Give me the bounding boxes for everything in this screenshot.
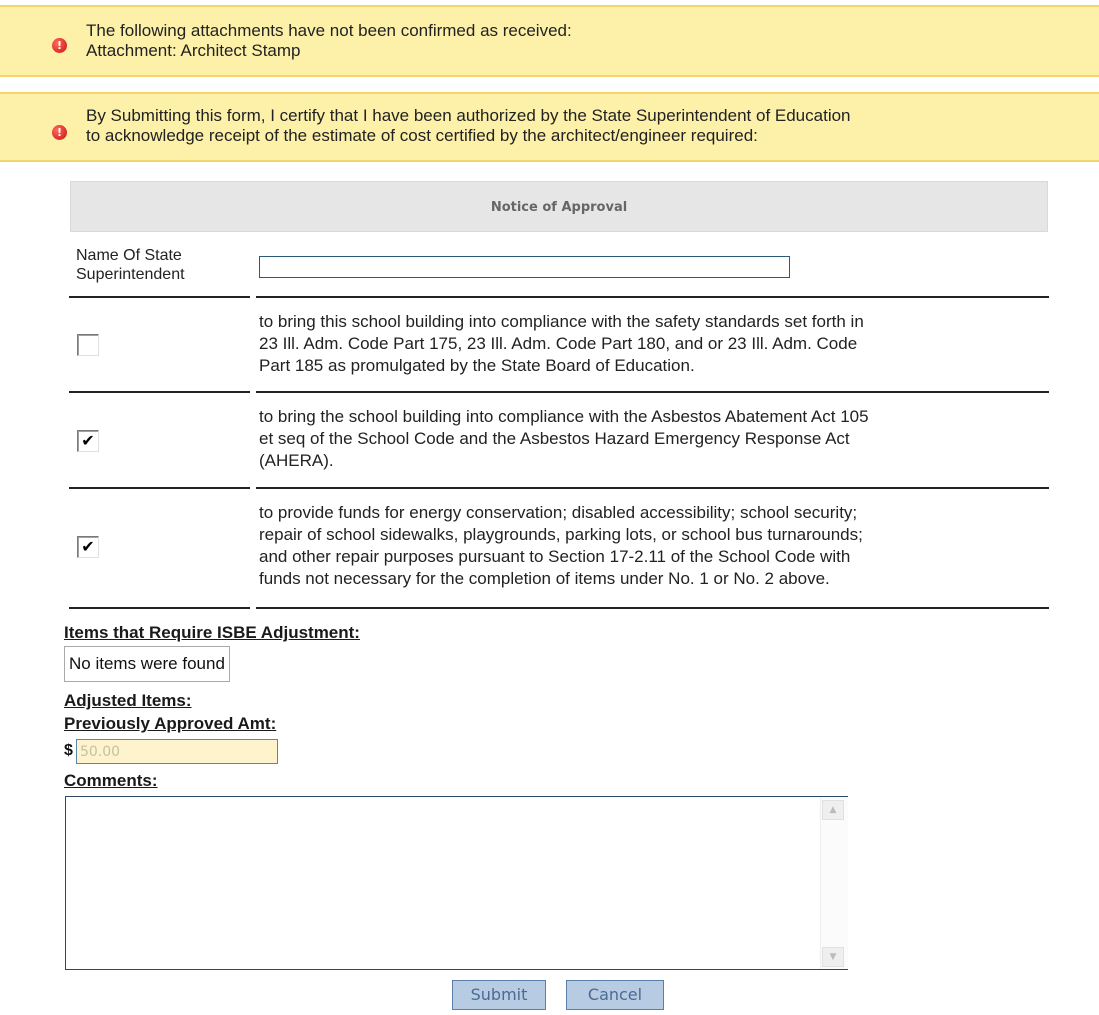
row-divider (69, 296, 250, 298)
scroll-down-arrow-icon[interactable]: ▼ (822, 947, 844, 967)
error-icon: ! (52, 125, 67, 140)
items-require-adjustment-label: Items that Require ISBE Adjustment: (64, 623, 360, 642)
certify-warning-text: By Submitting this form, I certify that … (86, 106, 851, 146)
option-2-line: to bring the school building into compli… (259, 407, 869, 426)
superintendent-label: Name Of State Superintendent (76, 246, 185, 284)
superintendent-name-input[interactable] (259, 256, 790, 278)
superintendent-label-line2: Superintendent (76, 266, 185, 283)
superintendent-label-line1: Name Of State (76, 247, 182, 264)
attachments-warning-banner: ! The following attachments have not bee… (0, 5, 1099, 77)
option-3-checkbox[interactable]: ✔ (77, 536, 99, 558)
option-2-text: to bring the school building into compli… (259, 406, 1049, 472)
previously-approved-amount-input[interactable] (76, 739, 278, 764)
certify-warning-line2: to acknowledge receipt of the estimate o… (86, 126, 758, 145)
certify-warning-line1: By Submitting this form, I certify that … (86, 106, 851, 125)
notice-of-approval-heading: Notice of Approval (70, 181, 1048, 232)
no-items-message: No items were found (64, 646, 230, 682)
row-divider (256, 487, 1049, 489)
option-1-line: to bring this school building into compl… (259, 312, 864, 331)
attachments-warning-line2: Attachment: Architect Stamp (86, 41, 301, 60)
row-divider (69, 487, 250, 489)
option-2-check-mark: ✔ (81, 431, 95, 450)
comments-label: Comments: (64, 771, 158, 790)
certify-warning-banner: ! By Submitting this form, I certify tha… (0, 92, 1099, 162)
submit-button[interactable]: Submit (452, 980, 546, 1010)
row-divider (69, 607, 250, 609)
option-2-line: et seq of the School Code and the Asbest… (259, 429, 850, 448)
scroll-up-arrow-icon[interactable]: ▲ (822, 800, 844, 820)
option-1-line: Part 185 as promulgated by the State Boa… (259, 356, 695, 375)
currency-symbol: $ (64, 742, 73, 759)
option-1-text: to bring this school building into compl… (259, 311, 1049, 377)
comments-textarea[interactable] (65, 796, 848, 970)
attachments-warning-text: The following attachments have not been … (86, 21, 572, 61)
option-3-line: and other repair purposes pursuant to Se… (259, 547, 851, 566)
row-divider (256, 607, 1049, 609)
previously-approved-amount-label: Previously Approved Amt: (64, 714, 277, 733)
option-3-line: repair of school sidewalks, playgrounds,… (259, 525, 863, 544)
option-1-line: 23 Ill. Adm. Code Part 175, 23 Ill. Adm.… (259, 334, 858, 353)
option-3-text: to provide funds for energy conservation… (259, 502, 1049, 590)
option-3-line: to provide funds for energy conservation… (259, 503, 858, 522)
option-2-checkbox[interactable]: ✔ (77, 430, 99, 452)
row-divider (256, 391, 1049, 393)
error-icon: ! (52, 38, 67, 53)
attachments-warning-line1: The following attachments have not been … (86, 21, 572, 40)
option-1-checkbox[interactable] (77, 334, 99, 356)
option-3-check-mark: ✔ (81, 537, 95, 556)
row-divider (256, 296, 1049, 298)
cancel-button[interactable]: Cancel (566, 980, 664, 1010)
option-2-line: (AHERA). (259, 451, 334, 470)
comments-scrollbar[interactable] (820, 797, 848, 969)
adjusted-items-label: Adjusted Items: (64, 691, 192, 710)
row-divider (69, 391, 250, 393)
option-3-line: funds not necessary for the completion o… (259, 569, 830, 588)
